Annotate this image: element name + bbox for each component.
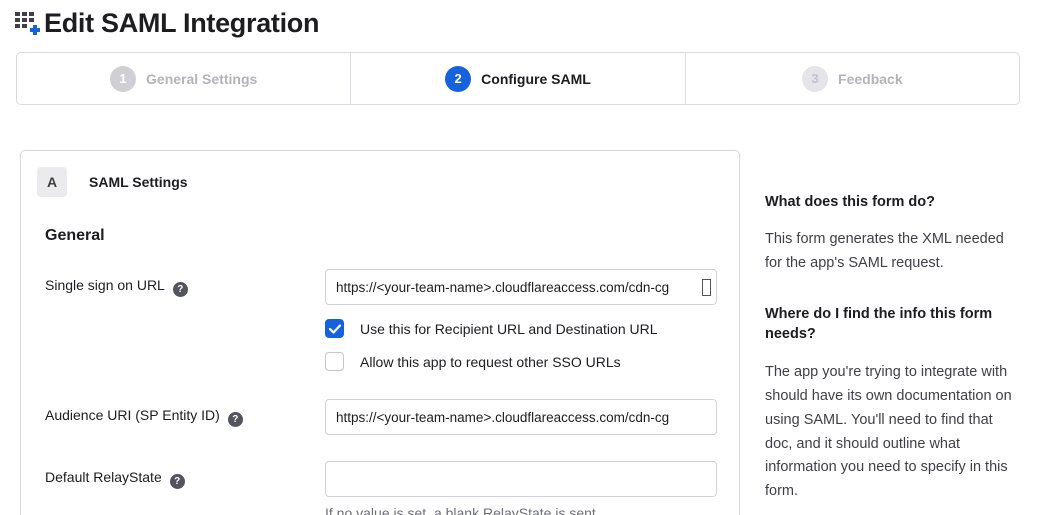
step-feedback[interactable]: 3 Feedback (685, 53, 1019, 104)
main-content: A SAML Settings General Single sign on U… (0, 150, 1063, 515)
text-cursor (702, 279, 711, 296)
audience-uri-help-icon[interactable]: ? (228, 412, 243, 427)
audience-uri-control-col: https://<your-team-name>.cloudflareacces… (325, 399, 717, 435)
step-label: Configure SAML (481, 71, 591, 87)
panel-header: A SAML Settings (21, 151, 739, 197)
sso-url-help-icon[interactable]: ? (173, 282, 188, 297)
help-section-what: What does this form do? This form genera… (765, 192, 1015, 276)
audience-uri-value: https://<your-team-name>.cloudflareacces… (336, 410, 669, 425)
step-label: Feedback (838, 71, 903, 87)
check-icon (329, 324, 341, 334)
step-label: General Settings (146, 71, 257, 87)
help-sidebar: What does this form do? This form genera… (765, 192, 1015, 504)
recipient-url-checkbox[interactable] (325, 319, 344, 338)
audience-uri-input[interactable]: https://<your-team-name>.cloudflareacces… (325, 399, 717, 435)
audience-uri-label-col: Audience URI (SP Entity ID)? (45, 399, 325, 435)
section-a-badge: A (37, 167, 67, 197)
sso-url-label-col: Single sign on URL? (45, 269, 325, 371)
audience-uri-row: Audience URI (SP Entity ID)? https://<yo… (45, 399, 715, 435)
sso-url-control-col: https://<your-team-name>.cloudflareacces… (325, 269, 717, 371)
sso-url-row: Single sign on URL? https://<your-team-n… (45, 269, 715, 371)
help-body: This form generates the XML needed for t… (765, 228, 1015, 276)
audience-uri-label: Audience URI (SP Entity ID) (45, 407, 220, 423)
step-number-badge: 3 (802, 66, 828, 92)
relay-state-helper-text: If no value is set, a blank RelayState i… (325, 505, 717, 515)
step-number-badge: 1 (110, 66, 136, 92)
recipient-url-checkbox-row[interactable]: Use this for Recipient URL and Destinati… (325, 319, 717, 338)
step-general-settings[interactable]: 1 General Settings (17, 53, 350, 104)
help-body: The app you're trying to integrate with … (765, 361, 1015, 505)
relay-state-label: Default RelayState (45, 469, 162, 485)
recipient-url-checkbox-label: Use this for Recipient URL and Destinati… (360, 321, 658, 337)
relay-state-control-col: If no value is set, a blank RelayState i… (325, 461, 717, 515)
sso-url-input[interactable]: https://<your-team-name>.cloudflareacces… (325, 269, 717, 305)
help-section-where: Where do I find the info this form needs… (765, 304, 1015, 504)
relay-state-help-icon[interactable]: ? (170, 474, 185, 489)
sso-url-value: https://<your-team-name>.cloudflareacces… (336, 280, 669, 295)
panel-body: General Single sign on URL? https://<you… (21, 227, 739, 515)
relay-state-input[interactable] (325, 461, 717, 497)
step-number-badge: 2 (445, 66, 471, 92)
relay-state-row: Default RelayState? If no value is set, … (45, 461, 715, 515)
general-heading: General (45, 227, 715, 245)
saml-settings-panel: A SAML Settings General Single sign on U… (20, 150, 740, 515)
other-sso-checkbox-row[interactable]: Allow this app to request other SSO URLs (325, 352, 717, 371)
page-header: Edit SAML Integration (0, 0, 1063, 39)
step-configure-saml[interactable]: 2 Configure SAML (350, 53, 684, 104)
help-heading: What does this form do? (765, 192, 1015, 212)
add-app-icon (14, 9, 41, 38)
relay-state-label-col: Default RelayState? (45, 461, 325, 515)
other-sso-checkbox[interactable] (325, 352, 344, 371)
sso-url-label: Single sign on URL (45, 277, 165, 293)
section-title: SAML Settings (89, 174, 188, 190)
page-title: Edit SAML Integration (44, 8, 319, 39)
help-heading: Where do I find the info this form needs… (765, 304, 1015, 345)
other-sso-checkbox-label: Allow this app to request other SSO URLs (360, 354, 621, 370)
wizard-stepper: 1 General Settings 2 Configure SAML 3 Fe… (16, 52, 1020, 105)
